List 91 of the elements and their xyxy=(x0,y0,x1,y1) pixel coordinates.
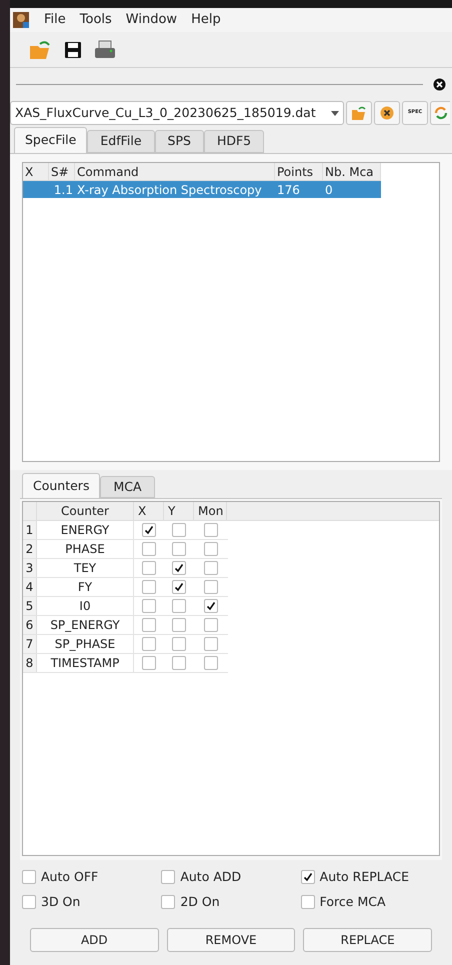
column-header[interactable]: Mon xyxy=(194,502,227,520)
y-checkbox[interactable] xyxy=(172,618,186,632)
open-folder-icon[interactable] xyxy=(28,40,52,60)
option-label: Auto ADD xyxy=(180,868,242,886)
row-number: 5 xyxy=(23,597,37,615)
option-label: Auto OFF xyxy=(41,868,98,886)
option-checkbox[interactable] xyxy=(300,870,315,884)
y-checkbox[interactable] xyxy=(172,523,186,537)
save-icon[interactable] xyxy=(64,40,82,58)
close-icon xyxy=(380,106,394,120)
row-number: 4 xyxy=(23,578,37,596)
x-checkbox[interactable] xyxy=(142,561,156,575)
row-number: 8 xyxy=(23,654,37,672)
dropdown-caret-icon xyxy=(331,110,339,116)
counter-name: ENERGY xyxy=(37,521,134,539)
counter-name: PHASE xyxy=(37,540,134,558)
column-header[interactable]: Counter xyxy=(37,502,134,520)
source-tab[interactable]: SPS xyxy=(154,130,204,153)
option-checkbox[interactable] xyxy=(300,895,315,910)
mon-checkbox[interactable] xyxy=(204,637,218,651)
refresh-button[interactable] xyxy=(430,101,450,125)
option-checkbox[interactable] xyxy=(161,870,176,884)
menu-item[interactable]: Window xyxy=(126,10,178,30)
close-icon[interactable] xyxy=(433,78,446,90)
action-button[interactable]: REMOVE xyxy=(166,928,296,952)
file-combo-box[interactable]: XAS_FluxCurve_Cu_L3_0_20230625_185019.dat xyxy=(10,101,344,125)
option-checkbox[interactable] xyxy=(161,895,176,910)
table-cell-text: 0 xyxy=(324,182,334,198)
table-cell-text: 1.1 xyxy=(52,182,74,198)
x-checkbox[interactable] xyxy=(142,637,156,651)
column-header[interactable]: X xyxy=(23,163,49,180)
table-cell-text: 176 xyxy=(276,182,301,198)
x-checkbox[interactable] xyxy=(142,656,156,670)
mon-checkbox[interactable] xyxy=(204,542,218,556)
column-header[interactable]: Points xyxy=(275,163,323,180)
row-number: 1 xyxy=(23,521,37,539)
column-header[interactable]: Command xyxy=(75,163,275,180)
counter-tab[interactable]: MCA xyxy=(100,476,155,498)
counter-name: SP_ENERGY xyxy=(37,616,134,634)
row-number: 7 xyxy=(23,635,37,653)
y-checkbox[interactable] xyxy=(172,542,186,556)
x-checkbox[interactable] xyxy=(142,542,156,556)
table-cell-text: X-ray Absorption Spectroscopy xyxy=(76,182,263,198)
x-checkbox[interactable] xyxy=(142,599,156,613)
menu-item[interactable]: Help xyxy=(191,10,221,30)
source-tab[interactable]: HDF5 xyxy=(204,130,264,153)
open-folder-icon xyxy=(351,106,367,120)
counter-name: FY xyxy=(37,578,134,596)
option-label: Force MCA xyxy=(320,892,386,911)
y-checkbox[interactable] xyxy=(172,580,186,594)
source-tab[interactable]: EdfFile xyxy=(87,130,155,153)
column-header[interactable]: Nb. Mca xyxy=(323,163,381,180)
column-header[interactable]: X xyxy=(134,502,164,520)
counter-name: TEY xyxy=(37,559,134,577)
column-header[interactable]: Y xyxy=(164,502,194,520)
menu-item[interactable]: Tools xyxy=(80,10,112,30)
mon-checkbox[interactable] xyxy=(204,599,218,613)
action-button[interactable]: ADD xyxy=(30,928,159,952)
option-label: Auto REPLACE xyxy=(320,868,409,886)
y-checkbox[interactable] xyxy=(172,637,186,651)
y-checkbox[interactable] xyxy=(172,599,186,613)
mon-checkbox[interactable] xyxy=(204,523,218,537)
row-number: 3 xyxy=(23,559,37,577)
counter-name: SP_PHASE xyxy=(37,635,134,653)
app-icon xyxy=(12,11,30,29)
source-tab[interactable]: SpecFile xyxy=(14,127,88,153)
mon-checkbox[interactable] xyxy=(204,656,218,670)
column-header[interactable]: S# xyxy=(49,163,75,180)
option-checkbox[interactable] xyxy=(22,895,36,910)
x-checkbox[interactable] xyxy=(142,580,156,594)
mon-checkbox[interactable] xyxy=(204,618,218,632)
printer-icon[interactable] xyxy=(94,40,116,60)
close-file-button[interactable] xyxy=(374,101,400,125)
option-label: 3D On xyxy=(41,892,80,911)
x-checkbox[interactable] xyxy=(142,618,156,632)
refresh-icon xyxy=(433,105,449,121)
x-checkbox[interactable] xyxy=(142,523,156,537)
menu-item[interactable]: File xyxy=(44,10,66,30)
scan-row[interactable]: 1.1 X-ray Absorption Spectroscopy 176 0 xyxy=(23,181,381,198)
option-label: 2D On xyxy=(180,892,220,911)
row-number: 2 xyxy=(23,540,37,558)
row-number: 6 xyxy=(23,616,37,634)
mon-checkbox[interactable] xyxy=(204,580,218,594)
y-checkbox[interactable] xyxy=(172,561,186,575)
mon-checkbox[interactable] xyxy=(204,561,218,575)
y-checkbox[interactable] xyxy=(172,656,186,670)
option-checkbox[interactable] xyxy=(22,870,36,884)
counter-name: TIMESTAMP xyxy=(37,654,134,672)
counter-tab[interactable]: Counters xyxy=(22,473,100,498)
action-button[interactable]: REPLACE xyxy=(303,928,432,952)
counter-name: I0 xyxy=(37,597,134,615)
